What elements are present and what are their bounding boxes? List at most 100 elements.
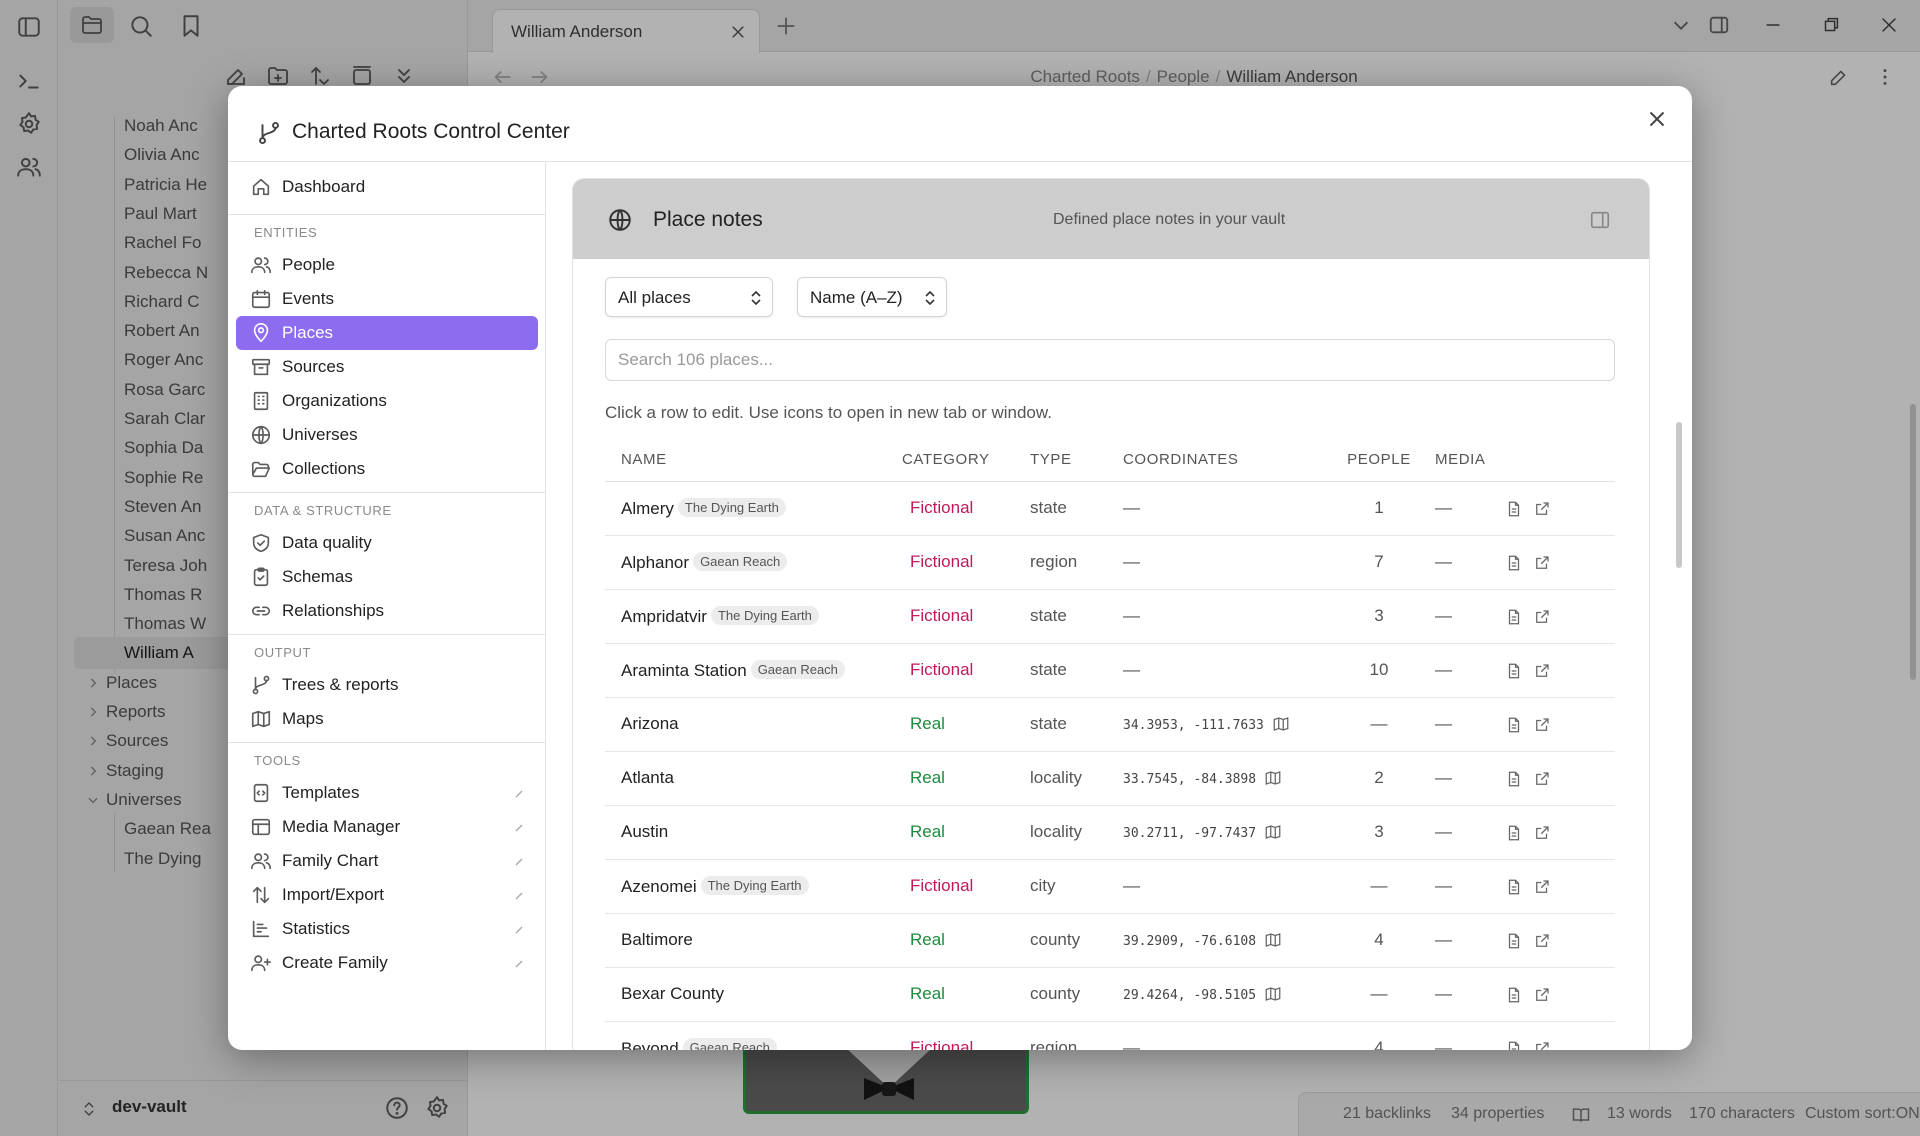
type-cell: state xyxy=(1014,481,1107,536)
map-pin-icon xyxy=(253,323,269,343)
open-new-window-icon[interactable] xyxy=(1533,986,1551,1004)
open-note-icon[interactable] xyxy=(1505,1040,1523,1050)
open-note-icon[interactable] xyxy=(1505,878,1523,896)
nav-item-dashboard[interactable]: Dashboard xyxy=(236,170,538,204)
nav-item-create-family[interactable]: Create Family xyxy=(236,946,538,980)
places-table: NAME CATEGORY TYPE COORDINATES PEOPLE ME… xyxy=(605,439,1615,1050)
nav-item-places[interactable]: Places xyxy=(236,316,538,350)
place-name-cell: Beyond Gaean Reach xyxy=(605,1021,886,1050)
category-cell: Fictional xyxy=(886,535,1014,590)
table-row[interactable]: Baltimore Real county 39.2909, -76.6108 4— xyxy=(605,913,1615,968)
open-note-icon[interactable] xyxy=(1505,716,1523,734)
open-new-window-icon[interactable] xyxy=(1533,1040,1551,1050)
table-row[interactable]: Araminta Station Gaean Reach Fictional stat… xyxy=(605,643,1615,698)
open-note-icon[interactable] xyxy=(1505,500,1523,518)
nav-item-statistics[interactable]: Statistics xyxy=(236,912,538,946)
open-new-window-icon[interactable] xyxy=(1533,662,1551,680)
nav-item-data-quality[interactable]: Data quality xyxy=(236,526,538,560)
nav-item-media-manager[interactable]: Media Manager xyxy=(236,810,538,844)
import-export-icon xyxy=(252,886,270,904)
nav-item-universes[interactable]: Universes xyxy=(236,418,538,452)
sort-select[interactable]: Name (A–Z) xyxy=(797,277,947,317)
table-row[interactable]: Ampridatvir The Dying Earth Fictional state… xyxy=(605,589,1615,644)
table-row[interactable]: Arizona Real state 34.3953, -111.7633 — — xyxy=(605,697,1615,752)
nav-item-schemas[interactable]: Schemas xyxy=(236,560,538,594)
nav-item-organizations[interactable]: Organizations xyxy=(236,384,538,418)
map-icon[interactable] xyxy=(1264,823,1282,841)
place-name-cell: Ampridatvir The Dying Earth xyxy=(605,589,886,644)
place-name-cell: Bexar County xyxy=(605,967,886,1022)
card-header[interactable]: Place notes Defined place notes in your … xyxy=(573,179,1649,259)
universe-badge: Gaean Reach xyxy=(682,1037,777,1050)
panel-toggle-icon[interactable] xyxy=(1589,209,1611,231)
coordinates-cell: — xyxy=(1107,589,1339,644)
create-family-icon xyxy=(251,955,271,972)
external-arrow-icon xyxy=(515,824,523,832)
control-center-nav: Dashboard ENTITIES People Events Places … xyxy=(228,162,546,1050)
map-icon[interactable] xyxy=(1264,769,1282,787)
open-new-window-icon[interactable] xyxy=(1533,932,1551,950)
table-row[interactable]: Austin Real locality 30.2711, -97.7437 3— xyxy=(605,805,1615,860)
column-header-category[interactable]: CATEGORY xyxy=(886,439,1014,482)
table-row[interactable]: Alphanor Gaean Reach Fictional region —7— xyxy=(605,535,1615,590)
open-new-window-icon[interactable] xyxy=(1533,716,1551,734)
place-name: Ampridatvir xyxy=(621,606,707,626)
place-name: Alphanor xyxy=(621,552,690,572)
nav-group-data: DATA & STRUCTURE xyxy=(254,503,392,518)
map-icon[interactable] xyxy=(1272,715,1290,733)
nav-item-import-export[interactable]: Import/Export xyxy=(236,878,538,912)
media-cell: — xyxy=(1419,859,1505,914)
open-note-icon[interactable] xyxy=(1505,770,1523,788)
open-new-window-icon[interactable] xyxy=(1533,878,1551,896)
column-header-name[interactable]: NAME xyxy=(605,439,886,482)
place-name-cell: Almery The Dying Earth xyxy=(605,481,886,536)
open-note-icon[interactable] xyxy=(1505,608,1523,626)
nav-item-people[interactable]: People xyxy=(236,248,538,282)
map-icon[interactable] xyxy=(1264,985,1282,1003)
table-row[interactable]: Beyond Gaean Reach Fictional region —4— xyxy=(605,1021,1615,1050)
people-count-cell: — xyxy=(1339,967,1419,1022)
table-row[interactable]: Almery The Dying Earth Fictional state —1— xyxy=(605,481,1615,536)
open-note-icon[interactable] xyxy=(1505,932,1523,950)
coordinates-value: 33.7545, -84.3898 xyxy=(1123,772,1257,787)
control-center-modal: Charted Roots Control Center Dashboard E… xyxy=(228,86,1692,1050)
nav-item-relationships[interactable]: Relationships xyxy=(236,594,538,628)
open-new-window-icon[interactable] xyxy=(1533,554,1551,572)
column-header-people[interactable]: PEOPLE xyxy=(1339,439,1419,482)
nav-item-maps[interactable]: Maps xyxy=(236,702,538,736)
nav-item-trees-reports[interactable]: Trees & reports xyxy=(236,668,538,702)
coordinates-cell: — xyxy=(1107,643,1339,698)
open-note-icon[interactable] xyxy=(1505,986,1523,1004)
category-cell: Fictional xyxy=(886,481,1014,536)
nav-item-templates[interactable]: Templates xyxy=(236,776,538,810)
nav-item-events[interactable]: Events xyxy=(236,282,538,316)
content-scrollbar[interactable] xyxy=(1676,422,1682,568)
column-header-media[interactable]: MEDIA xyxy=(1419,439,1505,482)
category-filter-select[interactable]: All places xyxy=(605,277,773,317)
column-header-type[interactable]: TYPE xyxy=(1014,439,1107,482)
table-row[interactable]: Azenomei The Dying Earth Fictional city — — — xyxy=(605,859,1615,914)
category-cell: Fictional xyxy=(886,1021,1014,1050)
open-new-window-icon[interactable] xyxy=(1533,824,1551,842)
link-icon xyxy=(251,606,271,616)
table-row[interactable]: Atlanta Real locality 33.7545, -84.3898 2— xyxy=(605,751,1615,806)
table-row[interactable]: Bexar County Real county 29.4264, -98.5105 —… xyxy=(605,967,1615,1022)
open-new-window-icon[interactable] xyxy=(1533,500,1551,518)
search-input[interactable] xyxy=(606,340,1614,380)
media-cell: — xyxy=(1419,967,1505,1022)
open-new-window-icon[interactable] xyxy=(1533,608,1551,626)
category-cell: Real xyxy=(886,913,1014,968)
nav-item-family-chart[interactable]: Family Chart xyxy=(236,844,538,878)
type-cell: city xyxy=(1014,859,1107,914)
map-icon[interactable] xyxy=(1264,931,1282,949)
nav-item-sources[interactable]: Sources xyxy=(236,350,538,384)
open-new-window-icon[interactable] xyxy=(1533,770,1551,788)
nav-item-collections[interactable]: Collections xyxy=(236,452,538,486)
open-note-icon[interactable] xyxy=(1505,662,1523,680)
close-icon[interactable] xyxy=(1644,106,1670,132)
media-cell: — xyxy=(1419,805,1505,860)
media-cell: — xyxy=(1419,1021,1505,1050)
open-note-icon[interactable] xyxy=(1505,554,1523,572)
open-note-icon[interactable] xyxy=(1505,824,1523,842)
column-header-coordinates[interactable]: COORDINATES xyxy=(1107,439,1339,482)
